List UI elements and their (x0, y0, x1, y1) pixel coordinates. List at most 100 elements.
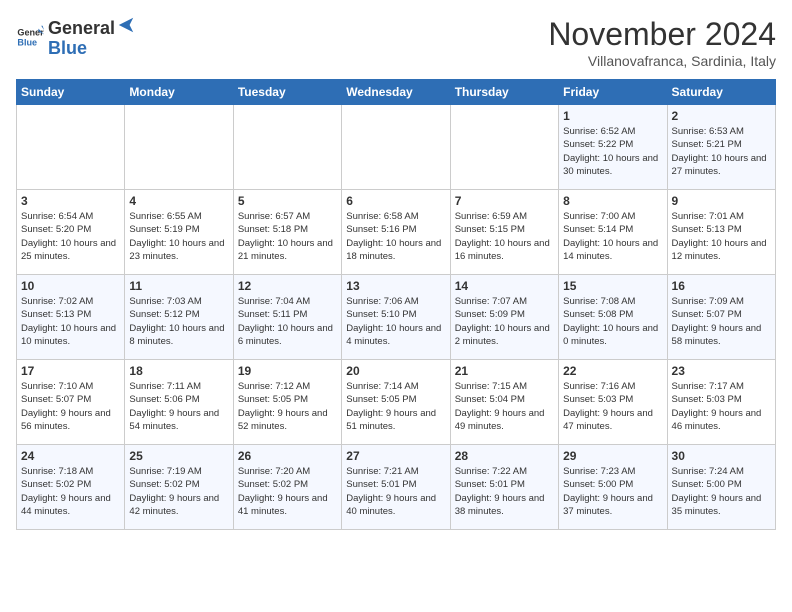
calendar-day-cell: 29 Sunrise: 7:23 AMSunset: 5:00 PMDayligh… (559, 445, 667, 530)
svg-text:General: General (17, 28, 44, 38)
day-number: 15 (563, 279, 662, 293)
day-info: Sunrise: 7:17 AMSunset: 5:03 PMDaylight:… (672, 380, 771, 433)
day-number: 12 (238, 279, 337, 293)
day-info: Sunrise: 7:15 AMSunset: 5:04 PMDaylight:… (455, 380, 554, 433)
day-info: Sunrise: 7:14 AMSunset: 5:05 PMDaylight:… (346, 380, 445, 433)
calendar-day-cell: 26 Sunrise: 7:20 AMSunset: 5:02 PMDayligh… (233, 445, 341, 530)
calendar-week-row: 17Sunrise: 7:10 AMSunset: 5:07 PMDayligh… (17, 360, 776, 445)
calendar-day-cell: 30Sunrise: 7:24 AMSunset: 5:00 PMDayligh… (667, 445, 775, 530)
calendar-day-cell: 8 Sunrise: 7:00 AMSunset: 5:14 PMDaylight… (559, 190, 667, 275)
calendar-day-cell: 21 Sunrise: 7:15 AMSunset: 5:04 PMDayligh… (450, 360, 558, 445)
calendar-week-row: 10Sunrise: 7:02 AMSunset: 5:13 PMDayligh… (17, 275, 776, 360)
page-header: General Blue General Blue November 2024 … (16, 16, 776, 69)
calendar-day-cell: 25Sunrise: 7:19 AMSunset: 5:02 PMDayligh… (125, 445, 233, 530)
calendar-day-cell: 18 Sunrise: 7:11 AMSunset: 5:06 PMDayligh… (125, 360, 233, 445)
day-info: Sunrise: 7:23 AMSunset: 5:00 PMDaylight:… (563, 465, 662, 518)
calendar-week-row: 3Sunrise: 6:54 AMSunset: 5:20 PMDaylight… (17, 190, 776, 275)
calendar-day-cell: 6 Sunrise: 6:58 AMSunset: 5:16 PMDaylight… (342, 190, 450, 275)
day-number: 2 (672, 109, 771, 123)
logo-blue-text: Blue (48, 38, 87, 58)
calendar-header: SundayMondayTuesdayWednesdayThursdayFrid… (17, 80, 776, 105)
day-number: 1 (563, 109, 662, 123)
day-info: Sunrise: 6:52 AMSunset: 5:22 PMDaylight:… (563, 125, 662, 178)
calendar-day-cell: 9Sunrise: 7:01 AMSunset: 5:13 PMDaylight… (667, 190, 775, 275)
day-info: Sunrise: 7:07 AMSunset: 5:09 PMDaylight:… (455, 295, 554, 348)
month-title: November 2024 (548, 16, 776, 53)
title-section: November 2024 Villanovafranca, Sardinia,… (548, 16, 776, 69)
header-day: Thursday (450, 80, 558, 105)
calendar-day-cell: 15Sunrise: 7:08 AMSunset: 5:08 PMDayligh… (559, 275, 667, 360)
day-number: 8 (563, 194, 662, 208)
calendar-week-row: 24 Sunrise: 7:18 AMSunset: 5:02 PMDayligh… (17, 445, 776, 530)
day-info: Sunrise: 7:01 AMSunset: 5:13 PMDaylight:… (672, 210, 771, 263)
day-info: Sunrise: 7:10 AMSunset: 5:07 PMDaylight:… (21, 380, 120, 433)
calendar-day-cell: 22 Sunrise: 7:16 AMSunset: 5:03 PMDayligh… (559, 360, 667, 445)
day-number: 7 (455, 194, 554, 208)
calendar-day-cell: 14 Sunrise: 7:07 AMSunset: 5:09 PMDayligh… (450, 275, 558, 360)
header-day: Wednesday (342, 80, 450, 105)
header-day: Friday (559, 80, 667, 105)
day-number: 16 (672, 279, 771, 293)
day-number: 21 (455, 364, 554, 378)
calendar-day-cell: 20 Sunrise: 7:14 AMSunset: 5:05 PMDayligh… (342, 360, 450, 445)
day-number: 14 (455, 279, 554, 293)
day-info: Sunrise: 7:03 AMSunset: 5:12 PMDaylight:… (129, 295, 228, 348)
day-number: 19 (238, 364, 337, 378)
day-info: Sunrise: 6:55 AMSunset: 5:19 PMDaylight:… (129, 210, 228, 263)
calendar-day-cell (17, 105, 125, 190)
calendar-day-cell: 11Sunrise: 7:03 AMSunset: 5:12 PMDayligh… (125, 275, 233, 360)
calendar-day-cell: 4 Sunrise: 6:55 AMSunset: 5:19 PMDaylight… (125, 190, 233, 275)
day-info: Sunrise: 7:20 AMSunset: 5:02 PMDaylight:… (238, 465, 337, 518)
calendar-day-cell: 28 Sunrise: 7:22 AMSunset: 5:01 PMDayligh… (450, 445, 558, 530)
day-number: 28 (455, 449, 554, 463)
day-info: Sunrise: 7:16 AMSunset: 5:03 PMDaylight:… (563, 380, 662, 433)
logo-arrow-icon (117, 16, 135, 34)
calendar-day-cell: 24 Sunrise: 7:18 AMSunset: 5:02 PMDayligh… (17, 445, 125, 530)
calendar-day-cell: 12Sunrise: 7:04 AMSunset: 5:11 PMDayligh… (233, 275, 341, 360)
location-title: Villanovafranca, Sardinia, Italy (548, 53, 776, 69)
calendar-body: 1 Sunrise: 6:52 AMSunset: 5:22 PMDaylight… (17, 105, 776, 530)
calendar-day-cell (450, 105, 558, 190)
day-number: 30 (672, 449, 771, 463)
day-number: 22 (563, 364, 662, 378)
day-info: Sunrise: 7:21 AMSunset: 5:01 PMDaylight:… (346, 465, 445, 518)
header-day: Tuesday (233, 80, 341, 105)
calendar-day-cell: 3Sunrise: 6:54 AMSunset: 5:20 PMDaylight… (17, 190, 125, 275)
day-info: Sunrise: 7:18 AMSunset: 5:02 PMDaylight:… (21, 465, 120, 518)
day-info: Sunrise: 6:54 AMSunset: 5:20 PMDaylight:… (21, 210, 120, 263)
day-number: 20 (346, 364, 445, 378)
day-number: 24 (21, 449, 120, 463)
day-info: Sunrise: 7:06 AMSunset: 5:10 PMDaylight:… (346, 295, 445, 348)
svg-text:Blue: Blue (17, 38, 37, 48)
day-number: 13 (346, 279, 445, 293)
header-day: Saturday (667, 80, 775, 105)
day-number: 4 (129, 194, 228, 208)
calendar-day-cell: 2Sunrise: 6:53 AMSunset: 5:21 PMDaylight… (667, 105, 775, 190)
day-number: 26 (238, 449, 337, 463)
day-number: 23 (672, 364, 771, 378)
calendar-week-row: 1 Sunrise: 6:52 AMSunset: 5:22 PMDaylight… (17, 105, 776, 190)
calendar-table: SundayMondayTuesdayWednesdayThursdayFrid… (16, 79, 776, 530)
day-number: 18 (129, 364, 228, 378)
day-info: Sunrise: 7:22 AMSunset: 5:01 PMDaylight:… (455, 465, 554, 518)
day-info: Sunrise: 7:00 AMSunset: 5:14 PMDaylight:… (563, 210, 662, 263)
day-info: Sunrise: 6:59 AMSunset: 5:15 PMDaylight:… (455, 210, 554, 263)
calendar-day-cell: 23 Sunrise: 7:17 AMSunset: 5:03 PMDayligh… (667, 360, 775, 445)
calendar-day-cell: 16 Sunrise: 7:09 AMSunset: 5:07 PMDayligh… (667, 275, 775, 360)
day-number: 27 (346, 449, 445, 463)
logo-icon: General Blue (16, 23, 44, 51)
day-number: 29 (563, 449, 662, 463)
day-number: 5 (238, 194, 337, 208)
day-info: Sunrise: 7:09 AMSunset: 5:07 PMDaylight:… (672, 295, 771, 348)
calendar-day-cell: 17Sunrise: 7:10 AMSunset: 5:07 PMDayligh… (17, 360, 125, 445)
day-number: 6 (346, 194, 445, 208)
calendar-day-cell: 5Sunrise: 6:57 AMSunset: 5:18 PMDaylight… (233, 190, 341, 275)
header-day: Sunday (17, 80, 125, 105)
day-number: 10 (21, 279, 120, 293)
day-number: 25 (129, 449, 228, 463)
calendar-day-cell: 7 Sunrise: 6:59 AMSunset: 5:15 PMDaylight… (450, 190, 558, 275)
calendar-day-cell (233, 105, 341, 190)
calendar-day-cell: 27 Sunrise: 7:21 AMSunset: 5:01 PMDayligh… (342, 445, 450, 530)
day-info: Sunrise: 7:11 AMSunset: 5:06 PMDaylight:… (129, 380, 228, 433)
day-info: Sunrise: 6:58 AMSunset: 5:16 PMDaylight:… (346, 210, 445, 263)
